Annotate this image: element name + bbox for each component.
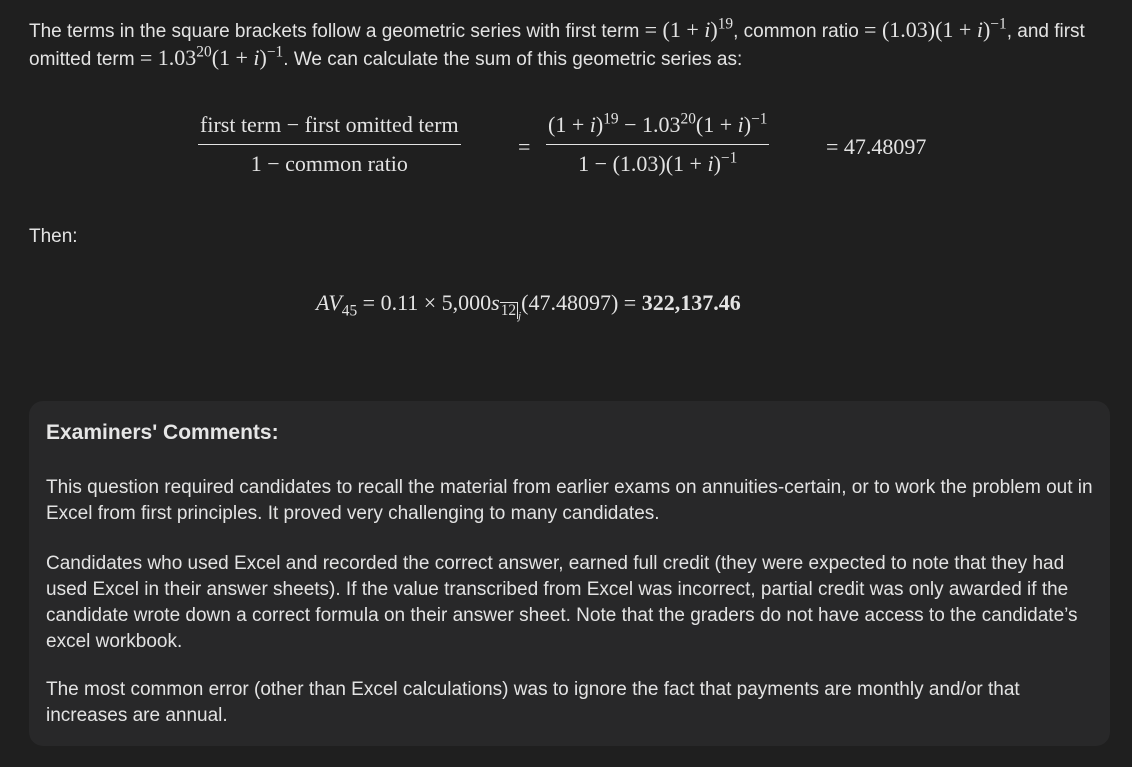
equals-sign: = bbox=[518, 134, 531, 159]
symbolic-fraction-denominator: 1 − (1.03)(1 + i)−1 bbox=[578, 149, 738, 176]
av-answer: 322,137.46 bbox=[641, 290, 741, 315]
symbolic-fraction-numerator: (1 + i)19 − 1.0320(1 + i)−1 bbox=[546, 111, 770, 145]
comments-title: Examiners' Comments: bbox=[46, 421, 279, 444]
comment-paragraph-1: This question required candidates to rec… bbox=[46, 477, 1093, 524]
av-subscript: 45 bbox=[341, 302, 358, 320]
examiners-comments-box: Examiners' Comments: This question requi… bbox=[29, 401, 1110, 746]
word-fraction-numerator: first term − first omitted term bbox=[198, 112, 461, 145]
annuity-symbol: s bbox=[491, 290, 500, 315]
sum-result: = 47.48097 bbox=[826, 134, 927, 159]
av-paren: (47.48097) = bbox=[521, 290, 642, 315]
common-ratio-expression: = (1.03)(1 + i)−1 bbox=[864, 15, 1007, 42]
then-label: Then: bbox=[29, 226, 78, 247]
comment-paragraph-2: Candidates who used Excel and recorded t… bbox=[46, 553, 1078, 652]
account-value-equation: AV45 = 0.11 × 5,000s12 j(47.48097) = 322,… bbox=[316, 290, 741, 323]
intro-text-5: . We can calculate the sum of this geome… bbox=[283, 49, 743, 70]
word-fraction: first term − first omitted term 1 − comm… bbox=[198, 112, 461, 177]
symbolic-fraction: (1 + i)19 − 1.0320(1 + i)−1 1 − (1.03)(1… bbox=[546, 111, 770, 177]
geometric-sum-equation: first term − first omitted term 1 − comm… bbox=[198, 111, 958, 182]
first-term-expression: = (1 + i)19 bbox=[644, 15, 734, 42]
intro-text-1: The terms in the square brackets follow … bbox=[29, 21, 640, 42]
intro-text-2: , common ratio bbox=[733, 21, 859, 42]
intro-paragraph: The terms in the square brackets follow … bbox=[29, 15, 1119, 73]
intro-text-3: , bbox=[1006, 21, 1012, 42]
comment-paragraph-3: The most common error (other than Excel … bbox=[46, 679, 1020, 726]
first-omitted-term-expression: = 1.0320(1 + i)−1 bbox=[139, 43, 284, 70]
word-fraction-denominator: 1 − common ratio bbox=[250, 151, 408, 176]
annuity-subscript: 12 j bbox=[499, 302, 522, 323]
av-middle: = 0.11 × 5,000 bbox=[357, 290, 492, 315]
av-symbol: AV bbox=[316, 290, 342, 315]
